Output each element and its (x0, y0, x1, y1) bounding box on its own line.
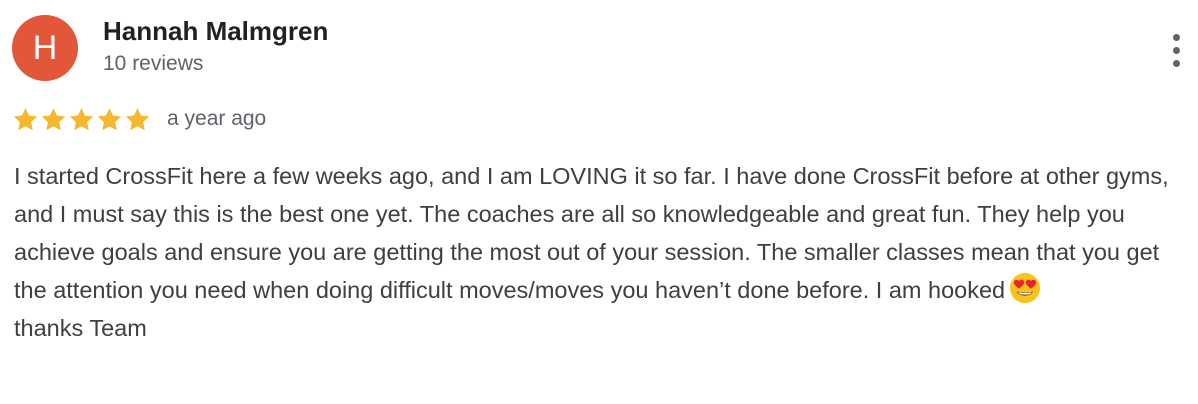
review-count: 10 reviews (103, 52, 204, 75)
heart-eyes-emoji-icon (1010, 273, 1041, 303)
star-icon (13, 107, 38, 130)
star-icon (41, 107, 66, 130)
star-icon (97, 107, 122, 130)
author-name[interactable]: Hannah Malmgren (103, 16, 328, 47)
more-options-button[interactable] (1158, 28, 1194, 72)
review-date: a year ago (167, 107, 267, 130)
star-icon (125, 107, 150, 130)
star-rating (12, 106, 151, 133)
star-icon (69, 107, 94, 130)
review-closing: thanks Team (14, 315, 147, 341)
rating-row: a year ago (12, 104, 266, 134)
review-text-paragraph: I started CrossFit here a few weeks ago,… (14, 157, 1190, 309)
more-vertical-icon (1172, 33, 1180, 41)
more-vertical-icon-dot (1172, 59, 1180, 67)
review-card: H Hannah Malmgren 10 reviews a year ago … (0, 0, 1198, 404)
review-text: I started CrossFit here a few weeks ago,… (14, 163, 1169, 303)
review-body: I started CrossFit here a few weeks ago,… (14, 157, 1190, 347)
avatar[interactable]: H (12, 15, 78, 81)
more-vertical-icon-dot (1172, 46, 1180, 54)
